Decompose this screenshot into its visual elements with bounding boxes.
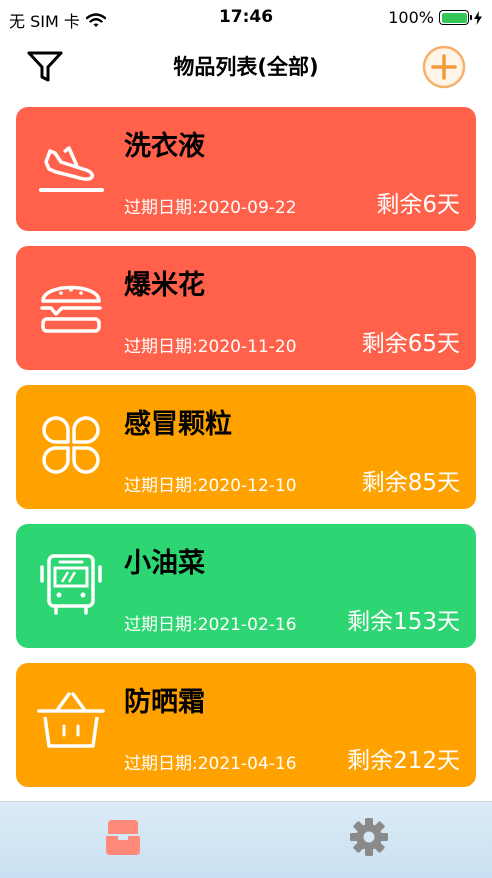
airplane-landing-icon <box>39 146 104 192</box>
item-remaining-days: 剩余65天 <box>361 331 460 357</box>
item-card[interactable]: 洗衣液 过期日期:2020-09-22 剩余6天 <box>16 107 476 231</box>
page-title: 物品列表(全部) <box>173 55 319 79</box>
item-expiry-date: 过期日期:2021-04-16 <box>124 754 297 774</box>
item-name: 小油菜 <box>124 548 205 579</box>
nav-bar: 物品列表(全部) <box>0 34 492 100</box>
filter-icon <box>27 51 63 82</box>
item-expiry-date: 过期日期:2020-12-10 <box>124 476 297 496</box>
item-name: 爆米花 <box>124 270 205 301</box>
bus-icon <box>40 554 102 615</box>
carrier-label: 无 SIM 卡 <box>9 12 80 31</box>
item-card[interactable]: 爆米花 过期日期:2020-11-20 剩余65天 <box>16 246 476 370</box>
tab-items[interactable] <box>0 808 246 866</box>
item-card[interactable]: 防晒霜 过期日期:2021-04-16 剩余212天 <box>16 663 476 787</box>
plus-circle-icon <box>422 45 466 89</box>
basket-icon <box>37 692 105 748</box>
item-name: 防晒霜 <box>124 687 205 718</box>
add-item-button[interactable] <box>421 44 467 90</box>
gear-icon <box>350 818 388 856</box>
burger-icon <box>40 285 102 333</box>
charging-icon <box>474 10 482 25</box>
battery-status: 100% <box>388 8 482 27</box>
box-icon <box>106 820 140 855</box>
item-expiry-date: 过期日期:2021-02-16 <box>124 615 297 635</box>
status-bar: 无 SIM 卡 17:46 100% <box>0 0 492 34</box>
item-remaining-days: 剩余6天 <box>376 192 460 218</box>
item-list: 洗衣液 过期日期:2020-09-22 剩余6天 爆米花 过期日期:2020-1… <box>16 107 476 802</box>
clover-icon <box>42 416 100 474</box>
item-name: 洗衣液 <box>124 131 205 162</box>
tab-bar <box>0 801 492 878</box>
item-card[interactable]: 感冒颗粒 过期日期:2020-12-10 剩余85天 <box>16 385 476 509</box>
item-remaining-days: 剩余85天 <box>361 470 460 496</box>
battery-percent: 100% <box>388 8 434 27</box>
battery-icon <box>439 10 472 25</box>
wifi-icon <box>85 12 106 27</box>
item-expiry-date: 过期日期:2020-11-20 <box>124 337 297 357</box>
tab-settings[interactable] <box>246 808 492 866</box>
item-remaining-days: 剩余212天 <box>347 748 460 774</box>
item-remaining-days: 剩余153天 <box>347 609 460 635</box>
item-expiry-date: 过期日期:2020-09-22 <box>124 198 297 218</box>
item-name: 感冒颗粒 <box>124 409 232 440</box>
item-card[interactable]: 小油菜 过期日期:2021-02-16 剩余153天 <box>16 524 476 648</box>
filter-button[interactable] <box>25 46 65 86</box>
carrier: 无 SIM 卡 <box>9 8 106 32</box>
